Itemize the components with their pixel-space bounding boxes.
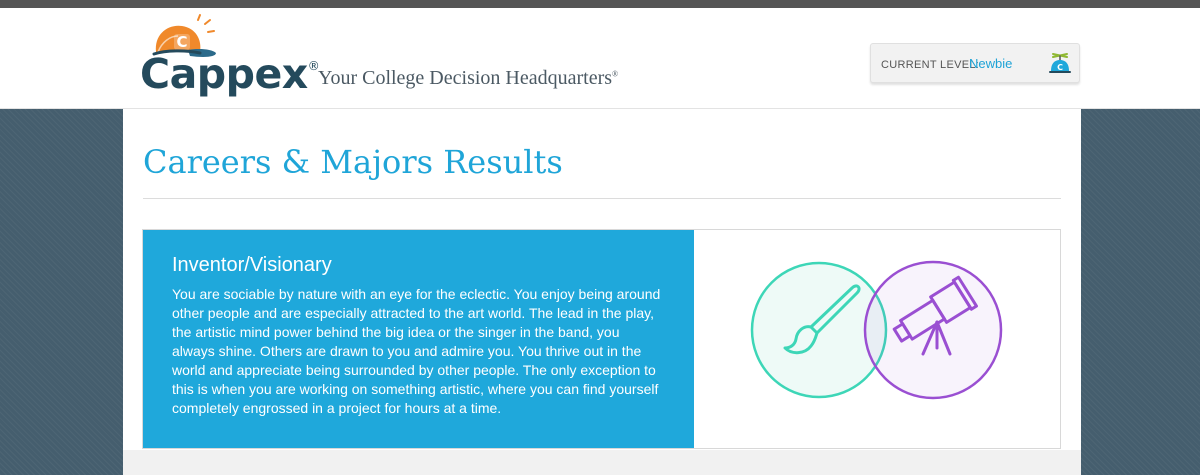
result-title: Inventor/Visionary — [172, 254, 332, 276]
result-card: Inventor/Visionary You are sociable by n… — [142, 229, 1061, 449]
current-level-label: CURRENT LEVEL: — [881, 59, 980, 71]
cappex-logo[interactable]: C Cappex® — [140, 14, 320, 100]
footer-strip — [123, 450, 1081, 475]
propeller-cap-icon: C — [1049, 53, 1071, 73]
site-header: C Cappex® Your College Decision Headquar… — [0, 8, 1200, 109]
title-divider — [143, 198, 1061, 199]
svg-text:C: C — [176, 33, 187, 51]
current-level-widget[interactable]: CURRENT LEVEL: Newbie C — [870, 43, 1080, 83]
venn-diagram — [750, 260, 1003, 400]
result-description: You are sociable by nature with an eye f… — [172, 286, 661, 416]
logo-wordmark: Cappex® — [140, 50, 320, 98]
page-title: Careers & Majors Results — [143, 143, 563, 181]
svg-text:C: C — [1057, 63, 1063, 72]
main-content: Careers & Majors Results Inventor/Vision… — [123, 109, 1081, 475]
site-tagline: Your College Decision Headquarters® — [318, 67, 619, 89]
top-bar — [0, 0, 1200, 8]
result-graphic — [695, 230, 1061, 448]
result-text-panel: Inventor/Visionary You are sociable by n… — [143, 230, 694, 448]
current-level-value[interactable]: Newbie — [969, 56, 1012, 71]
